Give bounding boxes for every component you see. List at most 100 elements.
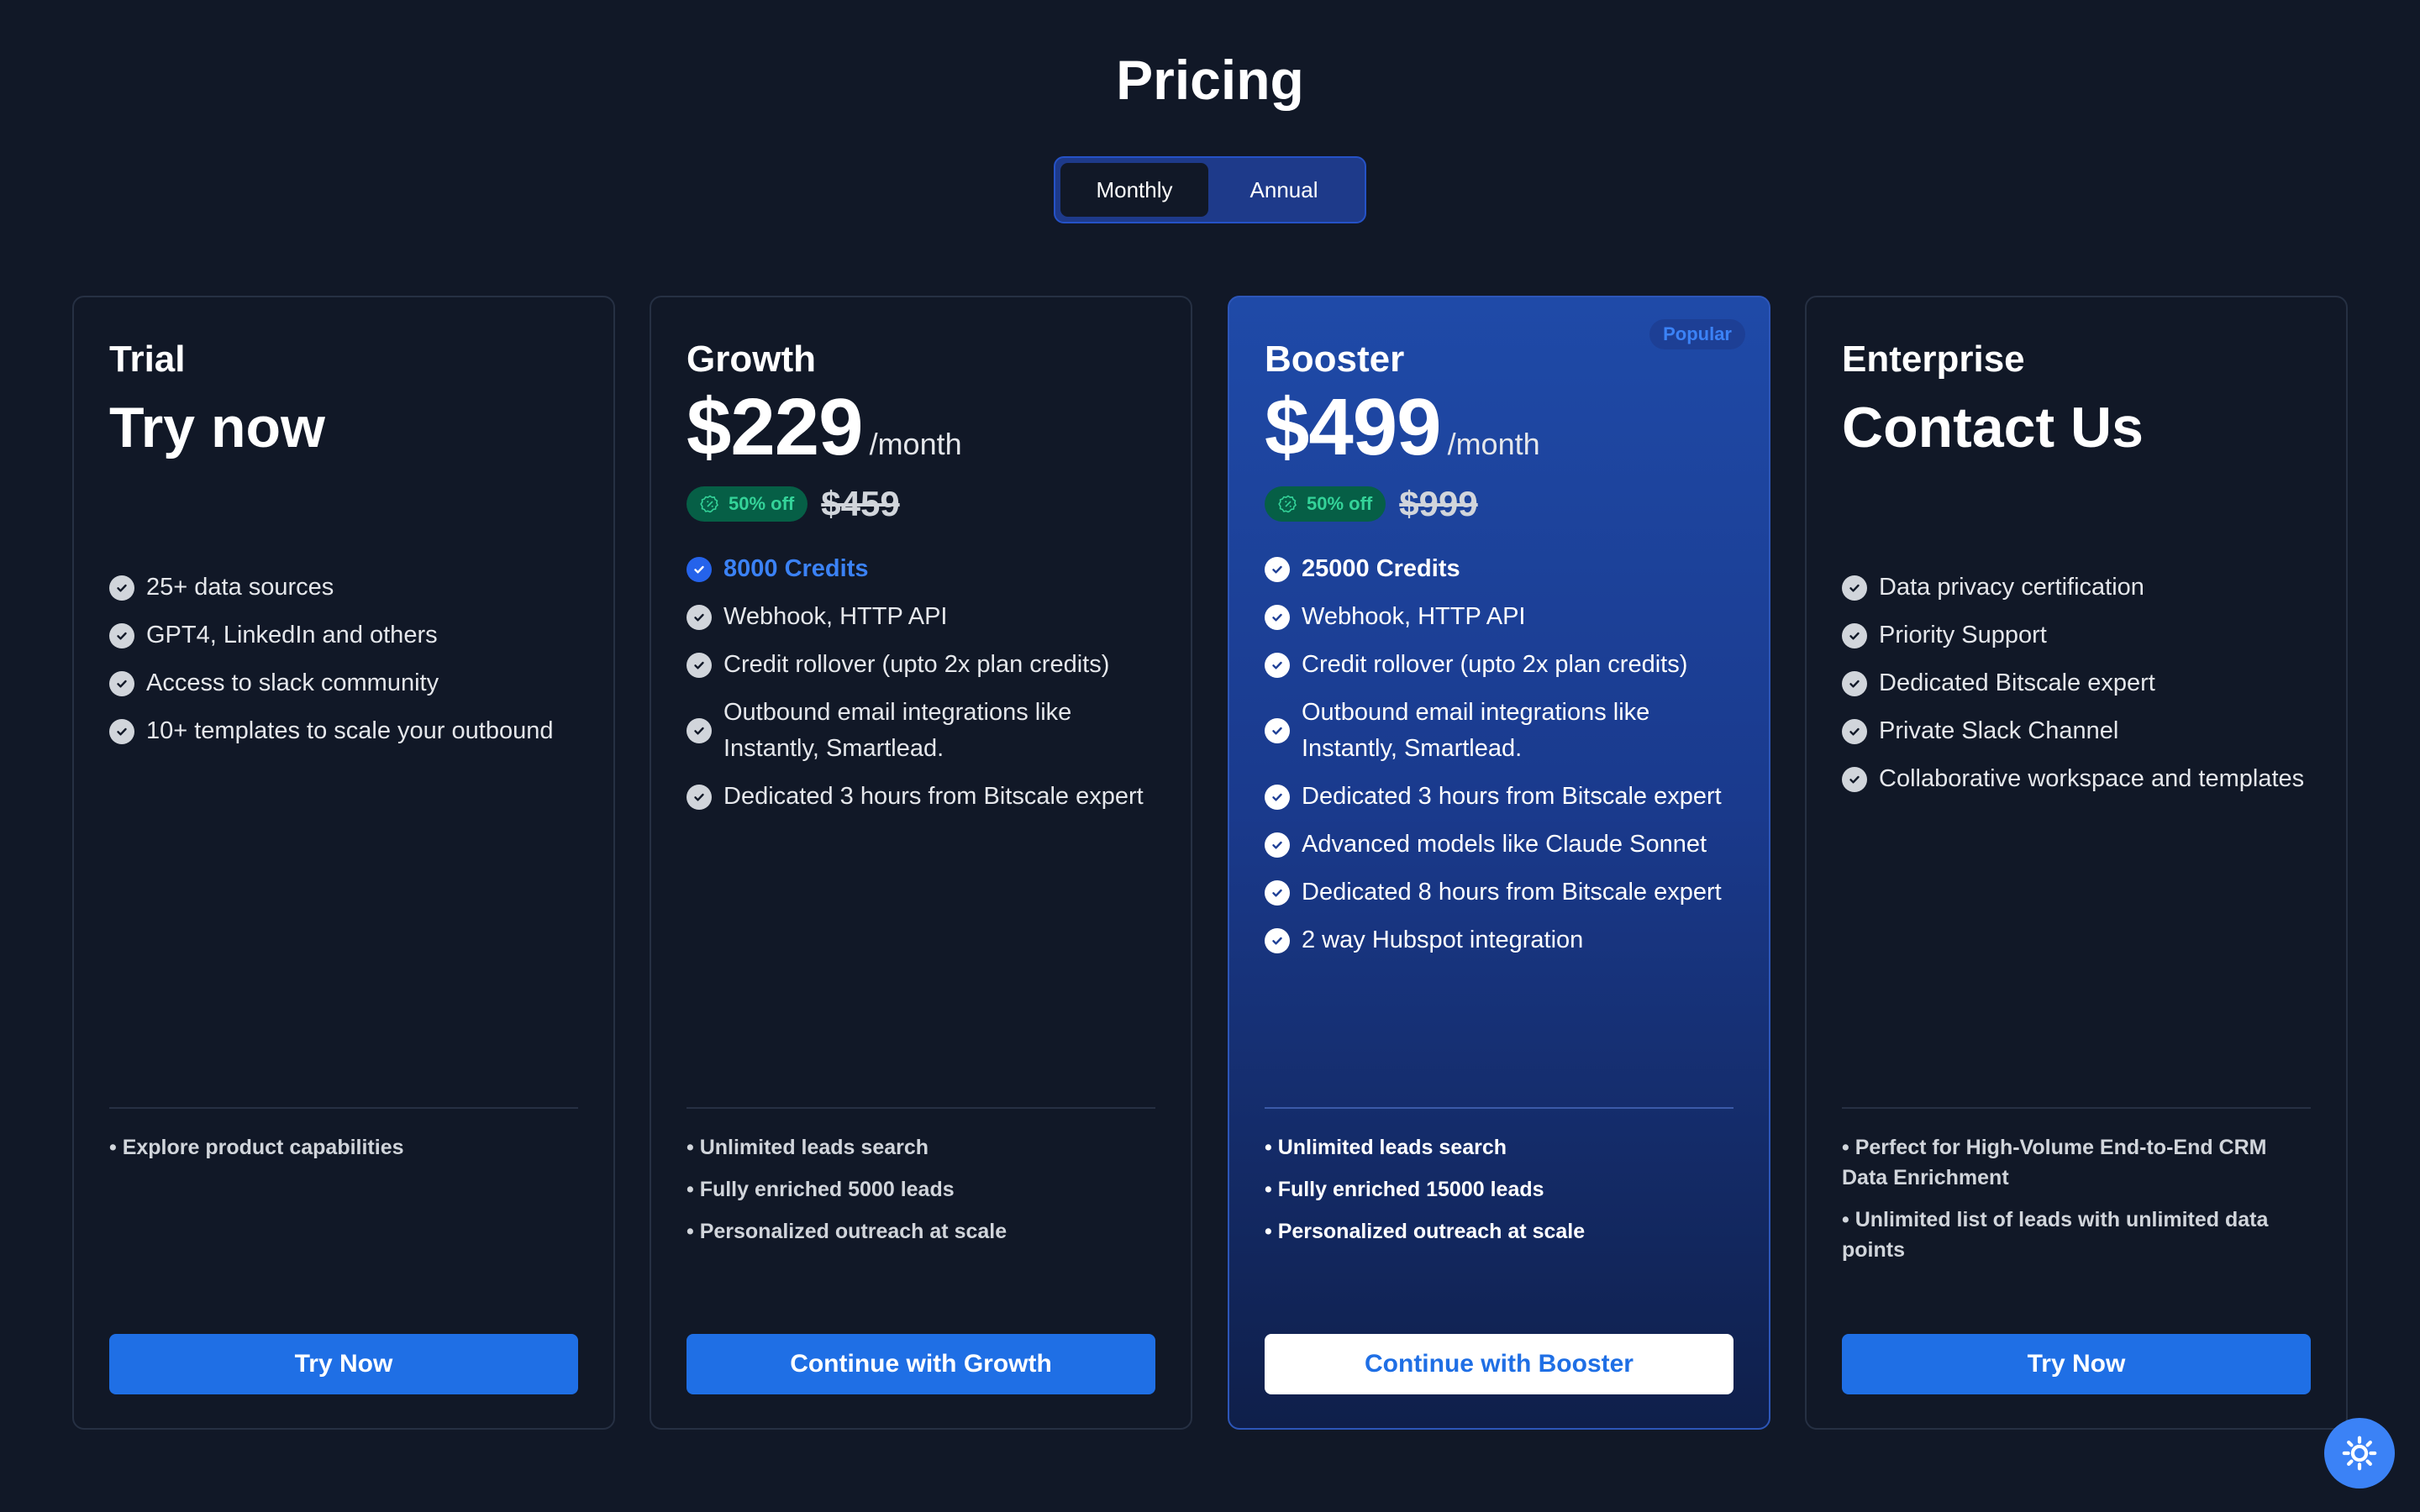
plan-headline: Contact Us bbox=[1842, 396, 2144, 459]
extras-list: • Perfect for High-Volume End-to-End CRM… bbox=[1842, 1132, 2311, 1277]
check-circle-icon bbox=[1265, 556, 1290, 582]
extra-item: • Personalized outreach at scale bbox=[687, 1220, 1007, 1243]
check-circle-icon bbox=[1265, 784, 1290, 810]
feature-list: 8000 Credits Webhook, HTTP API Credit ro… bbox=[687, 551, 1155, 827]
check-circle-icon bbox=[1842, 670, 1867, 696]
check-circle-icon bbox=[109, 575, 134, 601]
feature-list: 25+ data sources GPT4, LinkedIn and othe… bbox=[109, 570, 578, 761]
check-circle-icon bbox=[1265, 927, 1290, 953]
divider bbox=[687, 1107, 1155, 1109]
check-circle-icon bbox=[1265, 652, 1290, 678]
try-now-button[interactable]: Try Now bbox=[1842, 1334, 2311, 1394]
feature-item: Access to slack community bbox=[109, 665, 578, 701]
divider bbox=[1842, 1107, 2311, 1109]
sun-icon bbox=[2342, 1436, 2377, 1471]
check-circle-icon bbox=[1265, 832, 1290, 858]
plan-name: Booster bbox=[1265, 339, 1405, 380]
try-now-button[interactable]: Try Now bbox=[109, 1334, 578, 1394]
feature-item: Dedicated Bitscale expert bbox=[1842, 665, 2311, 701]
check-circle-icon bbox=[109, 622, 134, 648]
price: $229 bbox=[687, 382, 864, 472]
extra-item: • Unlimited list of leads with unlimited… bbox=[1842, 1208, 2269, 1262]
extras-list: • Unlimited leads search • Fully enriche… bbox=[1265, 1132, 1733, 1258]
credits-item: 25000 Credits bbox=[1265, 551, 1733, 587]
plan-card-booster: Popular Booster $499 /month 50% off $999… bbox=[1228, 296, 1770, 1430]
plan-card-enterprise: Enterprise Contact Us Data privacy certi… bbox=[1805, 296, 2348, 1430]
check-circle-icon bbox=[1265, 604, 1290, 630]
check-circle-icon bbox=[109, 718, 134, 744]
plan-card-trial: Trial Try now 25+ data sources GPT4, Lin… bbox=[72, 296, 615, 1430]
feature-item: Collaborative workspace and templates bbox=[1842, 761, 2311, 797]
extras-list: • Explore product capabilities bbox=[109, 1132, 578, 1174]
page-title: Pricing bbox=[1116, 49, 1304, 111]
divider bbox=[109, 1107, 578, 1109]
check-circle-icon bbox=[687, 604, 712, 630]
original-price: $999 bbox=[1399, 484, 1478, 523]
feature-item: Webhook, HTTP API bbox=[1265, 599, 1733, 635]
original-price: $459 bbox=[821, 484, 900, 523]
feature-item: 10+ templates to scale your outbound bbox=[109, 713, 578, 749]
discount-badge: 50% off bbox=[1265, 486, 1386, 522]
pricing-page: Pricing Monthly Annual Trial Try now 25+… bbox=[0, 0, 2420, 1512]
annual-toggle-button[interactable]: Annual bbox=[1208, 163, 1360, 217]
extras-list: • Unlimited leads search • Fully enriche… bbox=[687, 1132, 1155, 1258]
feature-item: Outbound email integrations like Instant… bbox=[687, 695, 1155, 767]
check-circle-icon bbox=[687, 784, 712, 810]
plan-headline: Try now bbox=[109, 396, 325, 459]
extra-item: • Explore product capabilities bbox=[109, 1136, 404, 1159]
extra-item: • Unlimited leads search bbox=[1265, 1136, 1507, 1159]
extra-item: • Fully enriched 5000 leads bbox=[687, 1178, 955, 1201]
feature-item: GPT4, LinkedIn and others bbox=[109, 617, 578, 654]
price-row: $499 /month bbox=[1265, 381, 1540, 474]
feature-item: Credit rollover (upto 2x plan credits) bbox=[1265, 647, 1733, 683]
check-circle-icon bbox=[1265, 879, 1290, 906]
feature-item: 25+ data sources bbox=[109, 570, 578, 606]
feature-item: Advanced models like Claude Sonnet bbox=[1265, 827, 1733, 863]
feature-item: Data privacy certification bbox=[1842, 570, 2311, 606]
check-circle-icon bbox=[1842, 575, 1867, 601]
monthly-toggle-button[interactable]: Monthly bbox=[1060, 163, 1208, 217]
theme-toggle-button[interactable] bbox=[2324, 1418, 2395, 1488]
discount-row: 50% off $459 bbox=[687, 484, 900, 524]
badge-percent-icon bbox=[1278, 495, 1297, 513]
feature-item: Dedicated 8 hours from Bitscale expert bbox=[1265, 874, 1733, 911]
continue-with-growth-button[interactable]: Continue with Growth bbox=[687, 1334, 1155, 1394]
divider bbox=[1265, 1107, 1733, 1109]
price-period: /month bbox=[1447, 427, 1540, 461]
plan-name: Growth bbox=[687, 339, 816, 380]
feature-item: Private Slack Channel bbox=[1842, 713, 2311, 749]
extra-item: • Personalized outreach at scale bbox=[1265, 1220, 1586, 1243]
price-row: $229 /month bbox=[687, 381, 962, 474]
discount-badge: 50% off bbox=[687, 486, 808, 522]
feature-list: Data privacy certification Priority Supp… bbox=[1842, 570, 2311, 809]
extra-item: • Perfect for High-Volume End-to-End CRM… bbox=[1842, 1136, 2267, 1189]
extra-item: • Unlimited leads search bbox=[687, 1136, 929, 1159]
feature-item: Credit rollover (upto 2x plan credits) bbox=[687, 647, 1155, 683]
check-circle-icon bbox=[687, 652, 712, 678]
plan-name: Trial bbox=[109, 339, 186, 380]
feature-item: Dedicated 3 hours from Bitscale expert bbox=[687, 779, 1155, 815]
price-period: /month bbox=[869, 427, 962, 461]
feature-item: Outbound email integrations like Instant… bbox=[1265, 695, 1733, 767]
price: $499 bbox=[1265, 382, 1442, 472]
badge-percent-icon bbox=[700, 495, 718, 513]
check-circle-icon bbox=[1842, 766, 1867, 792]
feature-item: 2 way Hubspot integration bbox=[1265, 922, 1733, 958]
billing-toggle: Monthly Annual bbox=[1054, 156, 1366, 223]
check-circle-icon bbox=[1842, 718, 1867, 744]
discount-row: 50% off $999 bbox=[1265, 484, 1478, 524]
check-circle-icon bbox=[687, 718, 712, 743]
feature-item: Priority Support bbox=[1842, 617, 2311, 654]
check-circle-icon bbox=[1842, 622, 1867, 648]
feature-list: 25000 Credits Webhook, HTTP API Credit r… bbox=[1265, 551, 1733, 970]
check-circle-icon bbox=[109, 670, 134, 696]
check-circle-icon bbox=[1265, 718, 1290, 743]
extra-item: • Fully enriched 15000 leads bbox=[1265, 1178, 1544, 1201]
check-circle-icon bbox=[687, 556, 712, 582]
feature-item: Dedicated 3 hours from Bitscale expert bbox=[1265, 779, 1733, 815]
plan-name: Enterprise bbox=[1842, 339, 2025, 380]
feature-item: Webhook, HTTP API bbox=[687, 599, 1155, 635]
plan-card-growth: Growth $229 /month 50% off $459 8000 Cre… bbox=[650, 296, 1192, 1430]
continue-with-booster-button[interactable]: Continue with Booster bbox=[1265, 1334, 1733, 1394]
credits-item: 8000 Credits bbox=[687, 551, 1155, 587]
